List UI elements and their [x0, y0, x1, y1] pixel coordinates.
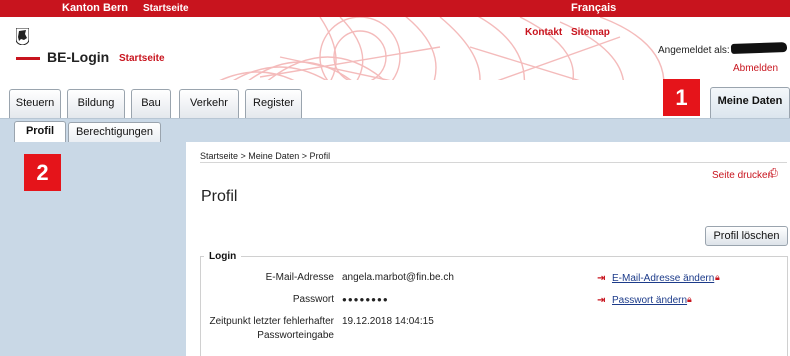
email-value: angela.marbot@fin.be.ch	[342, 272, 454, 283]
login-fieldset	[200, 256, 788, 356]
tab-bildung[interactable]: Bildung	[67, 89, 125, 118]
logo-bar	[16, 57, 40, 60]
change-password-link[interactable]: Passwort ändern	[612, 295, 687, 306]
top-bar: Kanton Bern Startseite Français	[0, 0, 790, 17]
password-label: Passwort	[292, 294, 334, 305]
tab-meine-daten[interactable]: Meine Daten	[710, 87, 790, 118]
edit-email-icon[interactable]: ⇥	[597, 273, 605, 284]
change-email-link[interactable]: E-Mail-Adresse ändern	[612, 273, 714, 284]
sub-nav: Profil Berechtigungen	[0, 118, 790, 143]
email-label: E-Mail-Adresse	[265, 272, 334, 283]
tab-bau[interactable]: Bau	[131, 89, 171, 118]
failed-attempt-label-line2: Passworteingabe	[257, 330, 334, 341]
page-title: Profil	[201, 188, 238, 205]
tab-register[interactable]: Register	[245, 89, 302, 118]
failed-attempt-value: 19.12.2018 14:04:15	[342, 316, 434, 327]
delete-profile-button[interactable]: Profil löschen	[705, 226, 788, 246]
tab-steuern[interactable]: Steuern	[9, 89, 61, 118]
edit-password-icon[interactable]: ⇥	[597, 295, 605, 306]
header: BE-Login Startseite Kontakt Sitemap Ange…	[0, 17, 790, 80]
lock-icon: 🔒︎	[715, 272, 720, 282]
app-logo-text[interactable]: BE-Login	[47, 49, 109, 65]
breadcrumb[interactable]: Startseite > Meine Daten > Profil	[200, 151, 330, 161]
breadcrumb-divider	[200, 162, 787, 163]
canton-link[interactable]: Kanton Bern	[62, 2, 128, 14]
failed-attempt-label-line1: Zeitpunkt letzter fehlerhafter	[209, 316, 334, 327]
subtab-profil[interactable]: Profil	[14, 121, 66, 143]
top-start-link[interactable]: Startseite	[143, 3, 189, 14]
printer-icon[interactable]: ⎙	[769, 167, 778, 180]
print-link[interactable]: Seite drucken	[712, 170, 773, 181]
tab-verkehr[interactable]: Verkehr	[179, 89, 239, 118]
sitemap-link[interactable]: Sitemap	[571, 27, 610, 38]
annotation-badge-2: 2	[24, 154, 61, 191]
annotation-badge-1: 1	[663, 79, 700, 116]
bern-crest-icon	[16, 28, 29, 45]
logged-in-label: Angemeldet als:	[658, 45, 730, 56]
contact-link[interactable]: Kontakt	[525, 27, 562, 38]
logo-start-link[interactable]: Startseite	[119, 53, 165, 64]
language-link[interactable]: Français	[571, 2, 616, 14]
lock-icon: 🔒︎	[687, 294, 692, 304]
password-value: ●●●●●●●●	[342, 295, 389, 304]
redacted-username	[730, 42, 788, 54]
subtab-berechtigungen[interactable]: Berechtigungen	[68, 122, 161, 143]
logout-link[interactable]: Abmelden	[733, 63, 778, 74]
login-legend: Login	[204, 251, 242, 262]
